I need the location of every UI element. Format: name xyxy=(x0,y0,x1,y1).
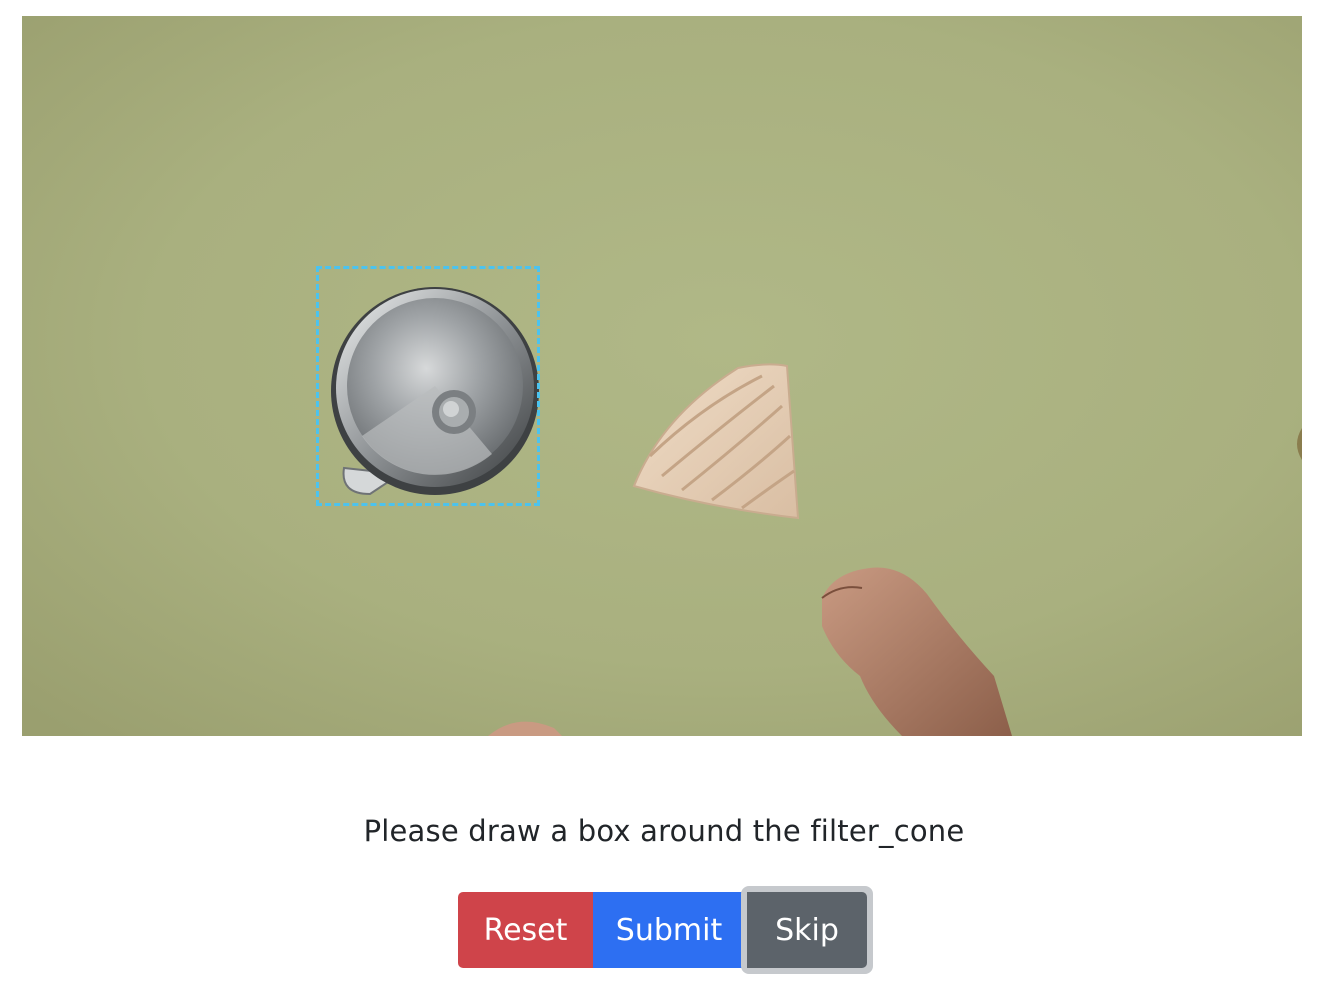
skip-focus-ring: Skip xyxy=(741,886,873,974)
submit-button[interactable]: Submit xyxy=(593,892,745,968)
action-button-group: Reset Submit Skip xyxy=(458,886,873,974)
annotation-canvas[interactable] xyxy=(22,16,1302,736)
table-surface xyxy=(22,16,1302,736)
reset-button[interactable]: Reset xyxy=(458,892,593,968)
bounding-box[interactable] xyxy=(316,266,540,506)
annotation-page: Please draw a box around the filter_cone… xyxy=(0,0,1328,994)
instruction-text: Please draw a box around the filter_cone xyxy=(363,814,965,848)
scene-photo xyxy=(22,16,1302,736)
skip-button[interactable]: Skip xyxy=(747,892,867,968)
